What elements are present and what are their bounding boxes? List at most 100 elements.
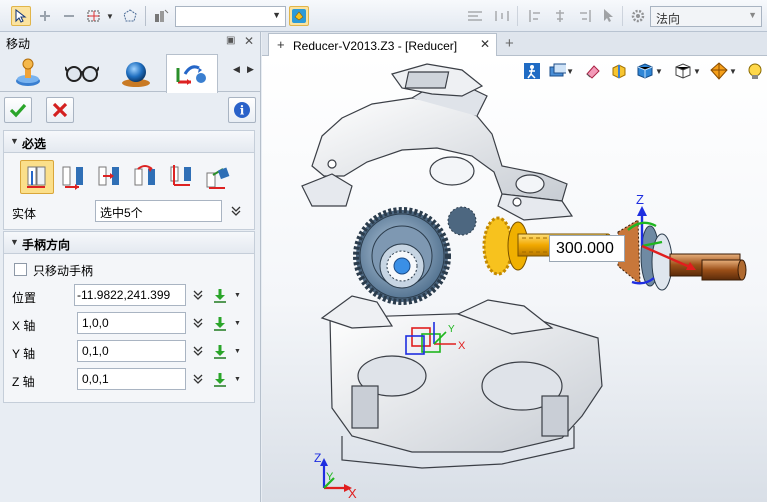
distribute-tool-button[interactable] [490,6,514,26]
z-axis-dropdown-icon[interactable]: ▼ [234,376,241,383]
z-axis-value: 0,0,1 [82,372,109,386]
pin-icon[interactable]: ▣ [226,35,235,46]
x-axis-dropdown-icon[interactable]: ▼ [234,320,241,327]
tab-render[interactable] [110,54,162,92]
required-section-label: 必选 [22,137,47,151]
distribute-icon [495,11,509,21]
box-select-dropdown-icon[interactable]: ▼ [106,6,114,26]
snap-left-button[interactable] [524,6,546,26]
x-axis-options-icon[interactable] [190,315,206,331]
position-options-icon[interactable] [190,287,206,303]
close-icon[interactable]: ✕ [244,34,254,48]
move-type-handle[interactable] [20,160,54,194]
entity-label: 实体 [12,207,37,221]
double-chevron-down-icon[interactable] [228,203,244,219]
move-align-icon [170,165,191,186]
document-tab-title: Reducer-V2013.Z3 - [Reducer] [293,39,458,53]
arrow-cursor-icon [604,9,613,22]
x-axis-label: X 轴 [12,319,36,333]
position-pick-icon[interactable] [212,287,228,303]
panel-action-bar: i [0,93,261,126]
view-direction-combo[interactable]: 法向 ▼ [650,6,762,27]
entity-field[interactable]: 选中5个 [95,200,222,222]
cursor-icon [15,8,27,23]
box-select-icon [87,10,100,22]
x-axis-pick-icon[interactable] [212,315,228,331]
view-direction-button[interactable] [628,6,648,26]
y-axis-pick-icon[interactable] [212,343,228,359]
ok-button[interactable] [4,97,32,123]
glasses-icon [65,66,99,82]
snap-center-icon [556,10,564,22]
polygon-icon [123,9,137,22]
document-tab[interactable]: + Reducer-V2013.Z3 - [Reducer] ✕ [268,33,497,56]
align-icon [468,11,482,21]
geometry-filter-icon [292,9,306,23]
move-type-align[interactable] [164,160,198,194]
move-to-coordinate-icon [206,167,230,189]
pick-geometry-button[interactable] [289,6,309,26]
gear-icon [631,9,645,23]
chevron-down-icon: ▼ [748,10,757,20]
tab-move-dynamic[interactable] [2,54,54,92]
minus-icon [64,15,74,17]
select-cursor-button[interactable] [11,6,31,26]
snap-center-button[interactable] [549,6,571,26]
plus-icon [40,11,50,21]
view-direction-value: 法向 [656,12,681,26]
move-dynamic-icon [16,58,40,86]
required-section-header[interactable]: ▼ 必选 [4,131,254,153]
x-axis-field[interactable]: 1,0,0 [77,312,186,334]
position-dropdown-icon[interactable]: ▼ [234,292,241,299]
move-type-point-to-point[interactable] [56,160,90,194]
world-y-label: Y [326,471,334,483]
move-by-handle-icon [27,166,46,188]
add-filter-button[interactable] [36,6,54,26]
move-rotate-axis-icon [134,165,155,186]
collapse-triangle-icon: ▼ [10,237,19,247]
tab-view[interactable] [56,54,108,92]
panel-title-bar: 移动 ▣ ✕ [0,32,261,52]
selection-filter-combo[interactable]: ▼ [175,6,286,27]
y-axis-dropdown-icon[interactable]: ▼ [234,348,241,355]
pick-arrow-button[interactable] [599,6,619,26]
y-axis-options-icon[interactable] [190,343,206,359]
filter-button[interactable] [152,6,170,26]
z-axis-pick-icon[interactable] [212,371,228,387]
gearbox-model[interactable]: Z X Y Z Y X [262,56,767,502]
move-along-direction-icon [98,166,119,186]
tab-next-icon[interactable]: ▶ [247,64,254,75]
document-tab-strip: + Reducer-V2013.Z3 - [Reducer] ✕ + [262,32,767,56]
only-move-handle-checkbox[interactable] [14,263,27,276]
3d-viewport[interactable]: ▼ ▼ ▼ ▼ Z X Y Z Y X 300.000 [262,56,767,502]
new-tab-icon[interactable]: + [505,35,514,52]
remove-filter-button[interactable] [60,6,78,26]
move-type-direction[interactable] [92,160,126,194]
move-point-to-point-icon [62,166,83,190]
tab-move-handle[interactable] [166,54,218,93]
z-axis-field[interactable]: 0,0,1 [77,368,186,390]
move-type-rotate[interactable] [128,160,162,194]
z-axis-options-icon[interactable] [190,371,206,387]
align-tool-button[interactable] [463,6,487,26]
position-field[interactable]: -11.9822,241.399 [74,284,186,306]
cancel-button[interactable] [46,97,74,123]
y-axis-field[interactable]: 0,1,0 [77,340,186,362]
snap-right-button[interactable] [574,6,596,26]
handle-direction-header[interactable]: ▼ 手柄方向 [4,232,254,254]
move-handle-icon [176,65,206,85]
move-type-coordinate[interactable] [200,160,234,194]
triad-y-label: Y [448,324,455,335]
chevron-down-icon: ▼ [272,10,281,20]
polygon-select-button[interactable] [120,6,140,26]
triad-x-label: X [458,340,466,352]
move-distance-callout[interactable]: 300.000 [549,235,625,262]
box-select-button[interactable] [84,6,104,26]
close-tab-icon[interactable]: ✕ [480,37,490,51]
help-button[interactable]: i [228,97,256,123]
tab-prev-icon[interactable]: ◀ [233,64,240,75]
world-z-label: Z [314,451,321,465]
z-axis-label: Z 轴 [12,375,35,389]
world-x-label: X [348,486,357,501]
move-distance-value: 300.000 [556,240,614,257]
